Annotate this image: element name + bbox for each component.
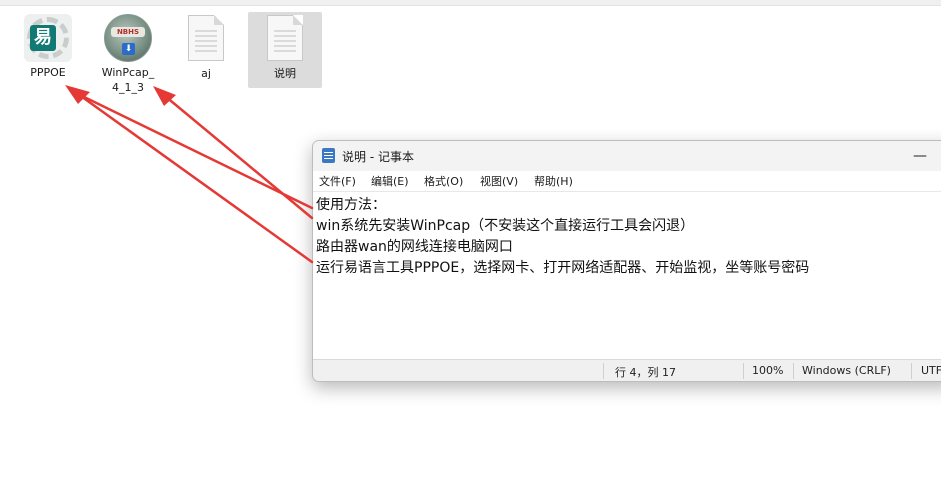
arrow-to-pppoe-from-intro: [76, 92, 314, 210]
arrow-to-winpcap: [163, 94, 314, 220]
annotation-arrows: [65, 85, 314, 264]
arrow-to-pppoe-from-text: [76, 92, 314, 264]
